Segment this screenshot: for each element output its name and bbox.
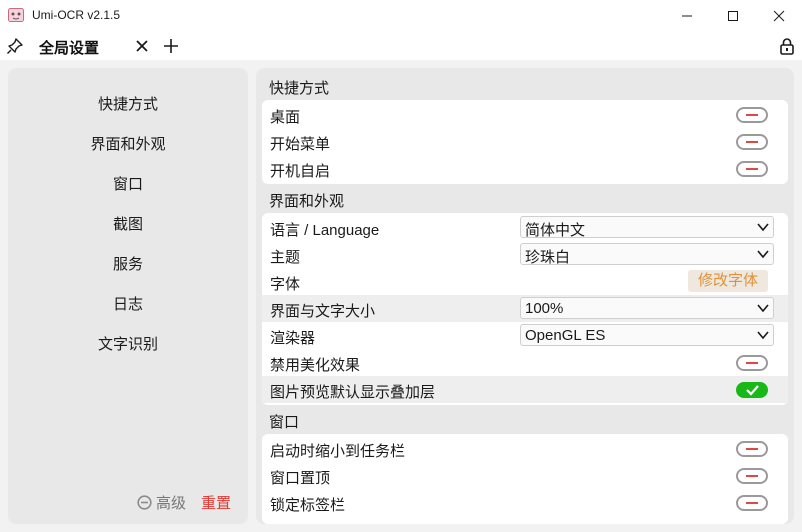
setting-row-lock-tabbar: 锁定标签栏 [262,489,788,516]
setting-label: 桌面 [270,109,301,126]
renderer-select[interactable]: OpenGL ES [520,324,774,346]
sidebar-item-screenshot[interactable]: 截图 [8,213,248,234]
theme-select[interactable]: 珍珠白 [520,243,774,266]
sidebar-item-service[interactable]: 服务 [8,253,248,274]
setting-label: 渲染器 [270,330,316,347]
section-title-window: 窗口 [269,414,300,431]
desktop-shortcut-toggle[interactable] [736,107,768,123]
setting-row-always-on-top: 窗口置顶 [262,462,788,489]
minimize-icon [682,15,692,17]
window-group: 启动时缩小到任务栏 窗口置顶 锁定标签栏 [262,434,788,524]
close-window-button[interactable] [756,0,802,32]
setting-row-preview-overlay: 图片预览默认显示叠加层 [262,376,788,403]
setting-row-minimize-on-start: 启动时缩小到任务栏 [262,435,788,462]
setting-label: 主题 [270,249,301,266]
section-title-appearance: 界面和外观 [269,193,345,210]
setting-row-autostart: 开机自启 [262,155,788,182]
advanced-toggle-icon [137,495,152,510]
always-on-top-toggle[interactable] [736,468,768,484]
start-menu-toggle[interactable] [736,134,768,150]
setting-row-theme: 主题 珍珠白 [262,241,788,268]
chevron-down-icon [757,250,769,259]
setting-label: 字体 [270,276,301,293]
autostart-toggle[interactable] [736,161,768,177]
setting-row-disable-effects: 禁用美化效果 [262,349,788,376]
reset-button[interactable]: 重置 [201,492,231,513]
preview-overlay-toggle[interactable] [736,382,768,398]
change-font-button[interactable]: 修改字体 [688,270,768,292]
minimize-on-start-toggle[interactable] [736,441,768,457]
chevron-down-icon [757,331,769,340]
chevron-down-icon [757,223,769,232]
lock-tabbar-toggle[interactable] [736,495,768,511]
setting-label: 锁定标签栏 [270,497,346,514]
select-value: 简体中文 [525,222,586,239]
close-icon [773,10,785,22]
select-value: OpenGL ES [525,327,606,344]
tab-label: 全局设置 [39,40,100,57]
window-title: Umi-OCR v2.1.5 [32,8,121,22]
pin-icon[interactable] [6,37,24,55]
minimize-button[interactable] [664,0,710,32]
sidebar: 快捷方式 界面和外观 窗口 截图 服务 日志 文字识别 [8,68,248,524]
setting-row-scale: 界面与文字大小 100% [262,295,788,322]
tab-bar: 全局设置 [0,32,802,60]
shortcuts-group: 桌面 开始菜单 开机自启 [262,100,788,184]
setting-label: 语言 / Language [270,222,380,239]
chevron-down-icon [757,304,769,313]
setting-label: 界面与文字大小 [270,303,376,320]
appearance-group: 语言 / Language 简体中文 主题 珍珠白 字体 修改字体 界面与文字大… [262,213,788,405]
setting-label: 开始菜单 [270,136,331,153]
tab-close-icon[interactable] [134,38,150,54]
sidebar-item-ocr[interactable]: 文字识别 [8,333,248,354]
maximize-icon [728,11,738,21]
section-title-shortcuts: 快捷方式 [269,80,330,97]
lock-icon[interactable] [778,37,796,55]
setting-row-start-menu: 开始菜单 [262,128,788,155]
language-select[interactable]: 简体中文 [520,216,774,239]
add-tab-plus-icon[interactable] [162,37,180,55]
tab-global-settings[interactable]: 全局设置 [30,32,154,60]
settings-panel: 快捷方式 桌面 开始菜单 开机自启 界面和外观 语言 / Language 简体… [256,68,794,524]
maximize-button[interactable] [710,0,756,32]
disable-effects-toggle[interactable] [736,355,768,371]
sidebar-item-log[interactable]: 日志 [8,293,248,314]
setting-label: 开机自启 [270,163,331,180]
select-value: 珍珠白 [525,249,571,266]
app-logo-icon [8,8,24,22]
select-value: 100% [525,300,564,317]
setting-label: 启动时缩小到任务栏 [270,443,406,460]
setting-row-desktop: 桌面 [262,101,788,128]
sidebar-item-window[interactable]: 窗口 [8,173,248,194]
setting-row-font: 字体 修改字体 [262,268,788,295]
checkmark-icon [746,385,759,396]
setting-row-renderer: 渲染器 OpenGL ES [262,322,788,349]
advanced-label: 高级 [156,495,187,512]
title-bar: Umi-OCR v2.1.5 [0,0,802,32]
advanced-toggle[interactable]: 高级 [137,492,186,513]
setting-label: 窗口置顶 [270,470,331,487]
setting-label: 禁用美化效果 [270,357,361,374]
setting-label: 图片预览默认显示叠加层 [270,384,436,401]
setting-row-language: 语言 / Language 简体中文 [262,214,788,241]
sidebar-item-appearance[interactable]: 界面和外观 [8,133,248,154]
sidebar-item-shortcuts[interactable]: 快捷方式 [8,93,248,114]
scale-select[interactable]: 100% [520,297,774,319]
